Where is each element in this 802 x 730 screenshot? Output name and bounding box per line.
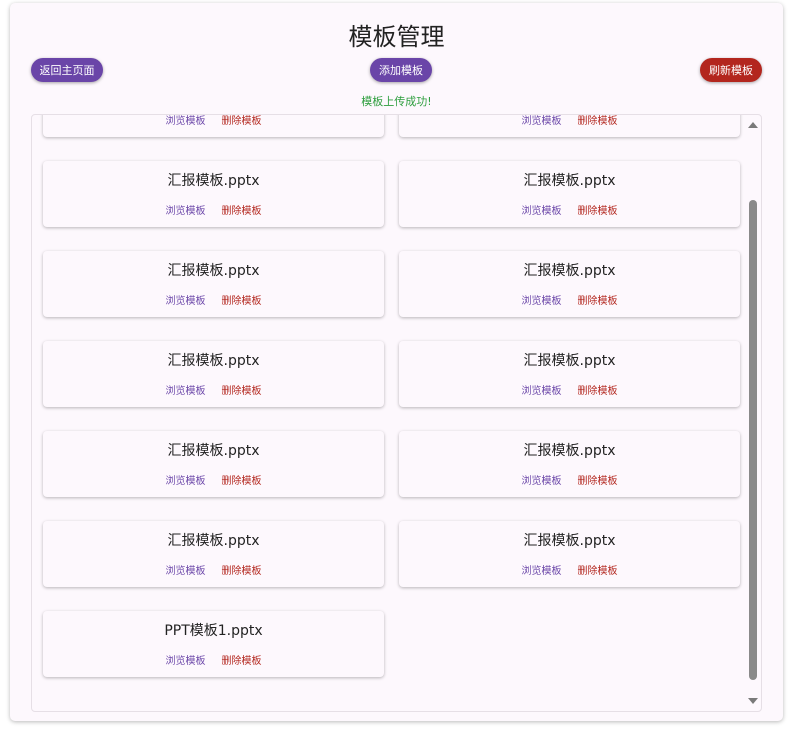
template-card: 汇报模板.pptx 浏览模板 删除模板 — [43, 161, 384, 227]
template-card: 汇报模板.pptx 浏览模板 删除模板 — [399, 431, 740, 497]
view-template-link[interactable]: 浏览模板 — [166, 115, 206, 127]
delete-template-link[interactable]: 删除模板 — [222, 382, 262, 397]
scroll-thumb[interactable] — [749, 200, 757, 680]
view-template-link[interactable]: 浏览模板 — [166, 382, 206, 397]
status-message: 模板上传成功! — [361, 95, 432, 108]
template-actions: 浏览模板 删除模板 — [43, 562, 384, 577]
delete-template-link[interactable]: 删除模板 — [578, 115, 618, 127]
template-actions: 浏览模板 删除模板 — [43, 382, 384, 397]
template-actions: 浏览模板 删除模板 — [43, 115, 384, 127]
template-name: 汇报模板.pptx — [167, 533, 260, 549]
delete-template-link[interactable]: 删除模板 — [578, 202, 618, 217]
delete-template-link[interactable]: 删除模板 — [222, 652, 262, 667]
template-actions: 浏览模板 删除模板 — [43, 472, 384, 487]
template-card: 汇报模板.pptx 浏览模板 删除模板 — [399, 251, 740, 317]
template-name: 汇报模板.pptx — [523, 533, 616, 549]
template-actions: 浏览模板 删除模板 — [399, 472, 740, 487]
template-actions: 浏览模板 删除模板 — [399, 382, 740, 397]
template-name: 汇报模板.pptx — [523, 353, 616, 369]
view-template-link[interactable]: 浏览模板 — [522, 562, 562, 577]
add-template-button[interactable]: 添加模板 — [370, 58, 432, 82]
template-card: 汇报模板.pptx 浏览模板 删除模板 — [43, 431, 384, 497]
view-template-link[interactable]: 浏览模板 — [166, 472, 206, 487]
view-template-link[interactable]: 浏览模板 — [522, 115, 562, 127]
template-actions: 浏览模板 删除模板 — [399, 292, 740, 307]
template-list[interactable]: 浏览模板 删除模板 浏览模板 删除模板 汇报模板.pptx 浏览模板 删除模板 汇报模板.pp… — [31, 114, 762, 712]
template-name: 汇报模板.pptx — [167, 173, 260, 189]
template-card: 汇报模板.pptx 浏览模板 删除模板 — [43, 341, 384, 407]
view-template-link[interactable]: 浏览模板 — [522, 382, 562, 397]
template-card: 汇报模板.pptx 浏览模板 删除模板 — [43, 251, 384, 317]
page-title: 模板管理 — [348, 23, 445, 51]
view-template-link[interactable]: 浏览模板 — [166, 202, 206, 217]
template-name: 汇报模板.pptx — [523, 263, 616, 279]
view-template-link[interactable]: 浏览模板 — [522, 472, 562, 487]
view-template-link[interactable]: 浏览模板 — [166, 652, 206, 667]
template-card: PPT模板1.pptx 浏览模板 删除模板 — [43, 611, 384, 677]
template-card: 浏览模板 删除模板 — [43, 115, 384, 137]
template-actions: 浏览模板 删除模板 — [399, 562, 740, 577]
template-actions: 浏览模板 删除模板 — [43, 652, 384, 667]
view-template-link[interactable]: 浏览模板 — [522, 202, 562, 217]
scroll-up-arrow-icon[interactable] — [748, 122, 758, 128]
delete-template-link[interactable]: 删除模板 — [222, 115, 262, 127]
template-actions: 浏览模板 删除模板 — [399, 115, 740, 127]
scrollbar[interactable] — [745, 115, 761, 711]
back-to-home-button[interactable]: 返回主页面 — [31, 58, 103, 82]
delete-template-link[interactable]: 删除模板 — [578, 472, 618, 487]
delete-template-link[interactable]: 删除模板 — [578, 382, 618, 397]
template-name: 汇报模板.pptx — [167, 263, 260, 279]
view-template-link[interactable]: 浏览模板 — [522, 292, 562, 307]
delete-template-link[interactable]: 删除模板 — [222, 562, 262, 577]
scroll-down-arrow-icon[interactable] — [748, 698, 758, 704]
delete-template-link[interactable]: 删除模板 — [578, 292, 618, 307]
template-manager-panel: 模板管理 返回主页面 添加模板 刷新模板 模板上传成功! 浏览模板 删除模板 浏览模… — [10, 3, 783, 721]
delete-template-link[interactable]: 删除模板 — [222, 472, 262, 487]
delete-template-link[interactable]: 删除模板 — [222, 292, 262, 307]
template-card: 汇报模板.pptx 浏览模板 删除模板 — [43, 521, 384, 587]
template-card: 汇报模板.pptx 浏览模板 删除模板 — [399, 161, 740, 227]
template-card: 浏览模板 删除模板 — [399, 115, 740, 137]
template-card: 汇报模板.pptx 浏览模板 删除模板 — [399, 341, 740, 407]
template-grid: 浏览模板 删除模板 浏览模板 删除模板 汇报模板.pptx 浏览模板 删除模板 汇报模板.pp… — [43, 115, 740, 677]
view-template-link[interactable]: 浏览模板 — [166, 562, 206, 577]
view-template-link[interactable]: 浏览模板 — [166, 292, 206, 307]
template-actions: 浏览模板 删除模板 — [43, 292, 384, 307]
template-actions: 浏览模板 删除模板 — [399, 202, 740, 217]
template-name: 汇报模板.pptx — [167, 443, 260, 459]
template-name: 汇报模板.pptx — [523, 443, 616, 459]
refresh-templates-button[interactable]: 刷新模板 — [700, 58, 762, 82]
template-name: PPT模板1.pptx — [164, 623, 263, 639]
template-name: 汇报模板.pptx — [523, 173, 616, 189]
delete-template-link[interactable]: 删除模板 — [578, 562, 618, 577]
delete-template-link[interactable]: 删除模板 — [222, 202, 262, 217]
template-name: 汇报模板.pptx — [167, 353, 260, 369]
template-card: 汇报模板.pptx 浏览模板 删除模板 — [399, 521, 740, 587]
template-actions: 浏览模板 删除模板 — [43, 202, 384, 217]
